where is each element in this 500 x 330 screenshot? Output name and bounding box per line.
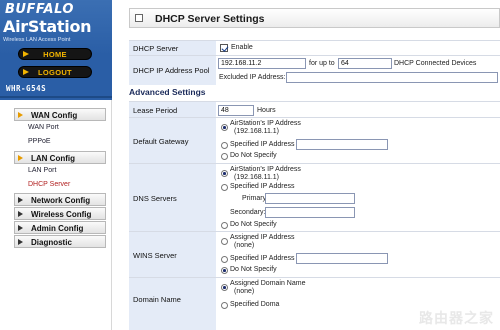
menu-label: LAN Config <box>31 153 75 163</box>
menu-pppoe[interactable]: PPPoE <box>28 138 51 145</box>
dns-secondary-label: Secondary: <box>230 209 266 216</box>
airstation-logo: AirStation <box>3 17 92 36</box>
dns-opt3-label: Do Not Specify <box>230 221 277 228</box>
wins-ip-input[interactable] <box>296 253 388 264</box>
menu-lan-port[interactable]: LAN Port <box>28 167 56 174</box>
menu-label: Network Config <box>31 195 91 205</box>
domain-opt1-sub: (none) <box>234 288 255 295</box>
excluded-ip-label: Excluded IP Address: <box>219 74 286 81</box>
wins-server-label: WINS Server <box>133 251 177 260</box>
brand-panel: BUFFALO AirStation Wireless LAN Access P… <box>0 0 112 100</box>
lease-unit-label: Hours <box>257 107 276 114</box>
page-title: DHCP Server Settings <box>155 13 265 25</box>
logout-button[interactable]: LOGOUT <box>18 66 92 78</box>
connected-devices-link[interactable]: DHCP Connected Devices <box>394 60 476 67</box>
gateway-ip-input[interactable] <box>296 139 388 150</box>
advanced-settings-heading: Advanced Settings <box>129 87 206 97</box>
domain-name-label: Domain Name <box>133 295 181 304</box>
model-name: WHR-G54S <box>6 84 47 93</box>
gateway-none-radio[interactable] <box>221 153 228 160</box>
row-wins-server: WINS Server Assigned IP Address (none) S… <box>129 231 500 277</box>
gateway-opt2-label: Specified IP Address <box>230 141 295 148</box>
domain-assigned-radio[interactable] <box>221 284 228 291</box>
gateway-opt1-sub: (192.168.11.1) <box>234 128 280 135</box>
dns-opt1-sub: (192.168.11.1) <box>234 174 280 181</box>
main-content: DHCP Server Settings DHCP Server Enable … <box>112 0 500 330</box>
wins-opt1-sub: (none) <box>234 242 255 249</box>
excluded-ip-input[interactable] <box>286 72 498 83</box>
row-default-gateway: Default Gateway AirStation's IP Address … <box>129 117 500 163</box>
divider <box>0 96 112 98</box>
default-gateway-label: Default Gateway <box>133 137 189 146</box>
dns-servers-label: DNS Servers <box>133 194 177 203</box>
arrow-right-icon <box>18 112 23 118</box>
dns-none-radio[interactable] <box>221 222 228 229</box>
menu-label: Admin Config <box>31 223 84 233</box>
row-dhcp-server: DHCP Server Enable <box>129 40 500 55</box>
row-dns-servers: DNS Servers AirStation's IP Address (192… <box>129 163 500 231</box>
logout-button-label: LOGOUT <box>38 68 72 77</box>
menu-network-config[interactable]: Network Config <box>14 193 106 206</box>
menu-lan-config[interactable]: LAN Config <box>14 151 106 164</box>
home-button-label: HOME <box>43 50 67 59</box>
page-title-bar: DHCP Server Settings <box>129 8 500 28</box>
gateway-opt1-label: AirStation's IP Address <box>230 120 301 127</box>
dhcp-enable-label: Enable <box>231 44 253 51</box>
row-lease-period: Lease Period 48 Hours <box>129 101 500 117</box>
gateway-airstation-radio[interactable] <box>221 124 228 131</box>
wins-none-radio[interactable] <box>221 267 228 274</box>
dns-opt1-label: AirStation's IP Address <box>230 166 301 173</box>
dhcp-enable-checkbox[interactable] <box>220 44 228 52</box>
arrow-right-icon <box>18 225 23 231</box>
dns-primary-input[interactable] <box>265 193 355 204</box>
lease-period-input[interactable]: 48 <box>218 105 254 116</box>
menu-wan-port[interactable]: WAN Port <box>28 124 59 131</box>
gateway-opt3-label: Do Not Specify <box>230 152 277 159</box>
menu-wan-config[interactable]: WAN Config <box>14 108 106 121</box>
dns-opt2-label: Specified IP Address <box>230 183 295 190</box>
wins-specified-radio[interactable] <box>221 256 228 263</box>
menu-label: Diagnostic <box>31 237 72 247</box>
menu-label: Wireless Config <box>31 209 92 219</box>
row-ip-pool: DHCP IP Address Pool 192.168.11.2 for up… <box>129 55 500 85</box>
menu-wireless-config[interactable]: Wireless Config <box>14 207 106 220</box>
ip-pool-label: DHCP IP Address Pool <box>133 66 210 75</box>
wins-assigned-radio[interactable] <box>221 238 228 245</box>
arrow-right-icon <box>18 155 23 161</box>
dhcp-server-label: DHCP Server <box>133 44 179 53</box>
dns-secondary-input[interactable] <box>265 207 355 218</box>
wins-opt2-label: Specified IP Address <box>230 255 295 262</box>
menu-label: WAN Config <box>31 110 78 120</box>
dns-specified-radio[interactable] <box>221 184 228 191</box>
arrow-right-icon <box>18 239 23 245</box>
home-button[interactable]: HOME <box>18 48 92 60</box>
arrow-right-icon <box>18 197 23 203</box>
for-up-to-label: for up to <box>309 60 335 67</box>
domain-opt2-label: Specified Doma <box>230 301 280 308</box>
domain-specified-radio[interactable] <box>221 302 228 309</box>
arrow-right-icon <box>18 211 23 217</box>
pool-count-input[interactable]: 64 <box>338 58 392 69</box>
pool-start-input[interactable]: 192.168.11.2 <box>218 58 306 69</box>
dns-airstation-radio[interactable] <box>221 170 228 177</box>
buffalo-logo: BUFFALO <box>5 2 74 17</box>
menu-diagnostic[interactable]: Diagnostic <box>14 235 106 248</box>
menu-dhcp-server[interactable]: DHCP Server <box>28 181 70 188</box>
domain-opt1-label: Assigned Domain Name <box>230 280 306 287</box>
lease-period-label: Lease Period <box>133 106 178 115</box>
sidebar: BUFFALO AirStation Wireless LAN Access P… <box>0 0 112 330</box>
site-watermark: 路由器之家 <box>419 311 494 327</box>
wins-opt1-label: Assigned IP Address <box>230 234 295 241</box>
menu-admin-config[interactable]: Admin Config <box>14 221 106 234</box>
brand-tagline: Wireless LAN Access Point <box>3 37 71 43</box>
gateway-specified-radio[interactable] <box>221 142 228 149</box>
wins-opt3-label: Do Not Specify <box>230 266 277 273</box>
square-icon <box>135 14 143 22</box>
